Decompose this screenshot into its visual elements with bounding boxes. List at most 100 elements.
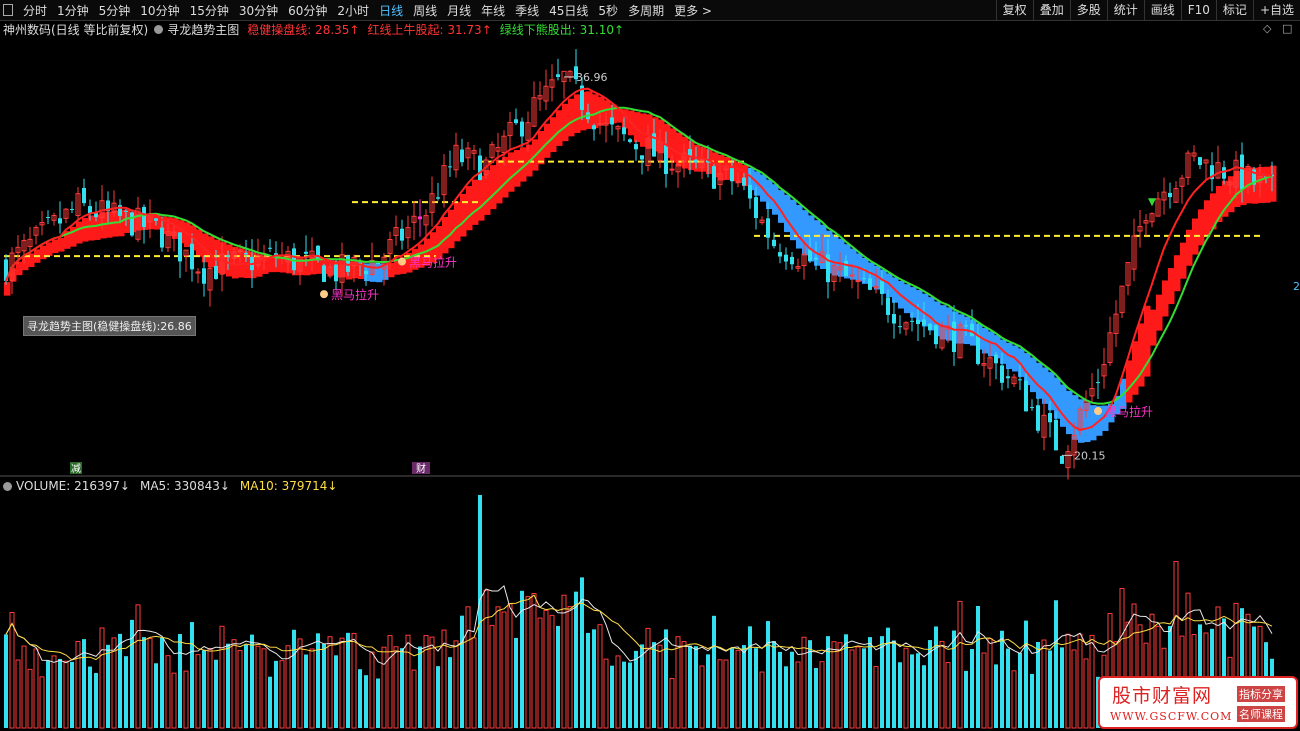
band-segment bbox=[340, 260, 347, 278]
band-segment bbox=[490, 165, 497, 210]
candle-body bbox=[574, 66, 578, 80]
watermark-badge-course: 名师课程 bbox=[1237, 706, 1285, 722]
candle-body bbox=[183, 249, 189, 257]
volume-bar bbox=[483, 589, 489, 729]
band-segment bbox=[742, 164, 749, 187]
volume-bar bbox=[1089, 634, 1095, 729]
volume-bar bbox=[118, 633, 122, 728]
diamond-icon[interactable]: ◇ bbox=[1263, 22, 1271, 35]
band-segment bbox=[820, 224, 827, 269]
tool-button[interactable]: 复权 bbox=[995, 0, 1033, 20]
tool-button[interactable]: 标记 bbox=[1215, 0, 1253, 20]
band-segment bbox=[322, 260, 329, 274]
volume-bar bbox=[304, 654, 308, 728]
band-segment bbox=[676, 132, 683, 167]
volume-toggle-icon[interactable] bbox=[3, 481, 12, 491]
volume-bar bbox=[316, 633, 320, 728]
band-segment bbox=[1096, 405, 1103, 436]
band-segment bbox=[616, 109, 623, 123]
period-tab[interactable]: 45日线 bbox=[544, 2, 593, 19]
band-segment bbox=[760, 174, 767, 202]
volume-bar bbox=[15, 659, 21, 729]
band-segment bbox=[454, 201, 461, 242]
volume-bar bbox=[766, 621, 770, 728]
band-segment bbox=[1252, 167, 1259, 204]
candle-body bbox=[916, 319, 920, 325]
candle-body bbox=[688, 149, 692, 157]
band-segment bbox=[934, 301, 941, 337]
period-tab[interactable]: 季线 bbox=[510, 2, 544, 19]
candle-body bbox=[214, 266, 218, 280]
band-segment bbox=[226, 244, 233, 277]
band-segment bbox=[1000, 339, 1007, 364]
indicator-name[interactable]: 寻龙趋势主图 bbox=[167, 21, 239, 38]
candle-body bbox=[483, 159, 489, 176]
period-tab[interactable]: 分时 bbox=[18, 2, 52, 19]
period-tab[interactable]: 日线 bbox=[374, 2, 408, 19]
high-price-label: 36.96 bbox=[576, 71, 608, 84]
period-tab[interactable]: 2小时 bbox=[332, 2, 374, 19]
candle-body bbox=[495, 146, 501, 152]
band-segment bbox=[388, 262, 395, 278]
band-segment bbox=[484, 170, 491, 215]
band-segment bbox=[1138, 323, 1145, 387]
candle-body bbox=[772, 239, 776, 247]
volume-bar bbox=[21, 645, 27, 729]
band-segment bbox=[586, 91, 593, 129]
tool-button[interactable]: 叠加 bbox=[1032, 0, 1070, 20]
band-segment bbox=[280, 256, 287, 273]
period-tab[interactable]: 5分钟 bbox=[94, 2, 136, 19]
band-segment bbox=[886, 273, 893, 298]
pane-icon[interactable] bbox=[3, 4, 13, 16]
period-tab[interactable]: 月线 bbox=[442, 2, 476, 19]
band-segment bbox=[916, 290, 923, 322]
period-tab[interactable]: 年线 bbox=[476, 2, 510, 19]
period-tab[interactable]: 1分钟 bbox=[52, 2, 94, 19]
tool-button[interactable]: 多股 bbox=[1069, 0, 1107, 20]
band-segment bbox=[826, 230, 833, 274]
candle-body bbox=[58, 218, 62, 224]
candle-body bbox=[742, 177, 746, 186]
band-segment bbox=[1054, 377, 1061, 419]
band-segment bbox=[568, 98, 575, 137]
candle-body bbox=[652, 133, 656, 157]
candle-body bbox=[130, 212, 134, 236]
candle-body bbox=[327, 266, 333, 277]
candle-body bbox=[837, 266, 843, 271]
period-tab[interactable]: 5秒 bbox=[593, 2, 623, 19]
tool-button[interactable]: 画线 bbox=[1143, 0, 1181, 20]
band-segment bbox=[232, 246, 239, 279]
period-tab[interactable]: 15分钟 bbox=[185, 2, 234, 19]
window-icon[interactable]: □ bbox=[1282, 22, 1292, 35]
tool-button[interactable]: 统计 bbox=[1106, 0, 1144, 20]
volume-bar bbox=[778, 651, 782, 728]
candle-body bbox=[987, 357, 993, 369]
candle-body bbox=[1198, 157, 1202, 166]
tool-button[interactable]: +自选 bbox=[1252, 0, 1300, 20]
legend-toggle-icon[interactable] bbox=[154, 24, 164, 34]
band-segment bbox=[76, 221, 83, 244]
candle-body bbox=[790, 256, 794, 265]
candle-body bbox=[520, 121, 524, 137]
candle-body bbox=[453, 144, 459, 171]
period-tab[interactable]: 多周期 bbox=[623, 2, 669, 19]
volume-bar bbox=[688, 645, 692, 728]
candle-body bbox=[124, 210, 128, 212]
candle-body bbox=[369, 259, 375, 275]
band-segment bbox=[1210, 193, 1217, 230]
right-axis-label: 2 bbox=[1293, 280, 1300, 293]
candle-body bbox=[94, 212, 98, 218]
period-tab[interactable]: 更多 > bbox=[669, 2, 717, 19]
period-tab[interactable]: 30分钟 bbox=[234, 2, 283, 19]
candle-body bbox=[543, 85, 549, 102]
volume-bar bbox=[597, 624, 603, 729]
price-chart[interactable]: 黑马拉升黑马拉升黑马拉升36.9620.15减财 bbox=[0, 0, 1300, 731]
band-segment bbox=[1120, 378, 1127, 409]
tool-button[interactable]: F10 bbox=[1180, 0, 1216, 20]
band-segment bbox=[310, 256, 317, 275]
volume-bar bbox=[364, 675, 368, 728]
period-tab[interactable]: 周线 bbox=[408, 2, 442, 19]
period-tab[interactable]: 10分钟 bbox=[135, 2, 184, 19]
period-tab[interactable]: 60分钟 bbox=[283, 2, 332, 19]
volume-bar bbox=[964, 670, 968, 728]
